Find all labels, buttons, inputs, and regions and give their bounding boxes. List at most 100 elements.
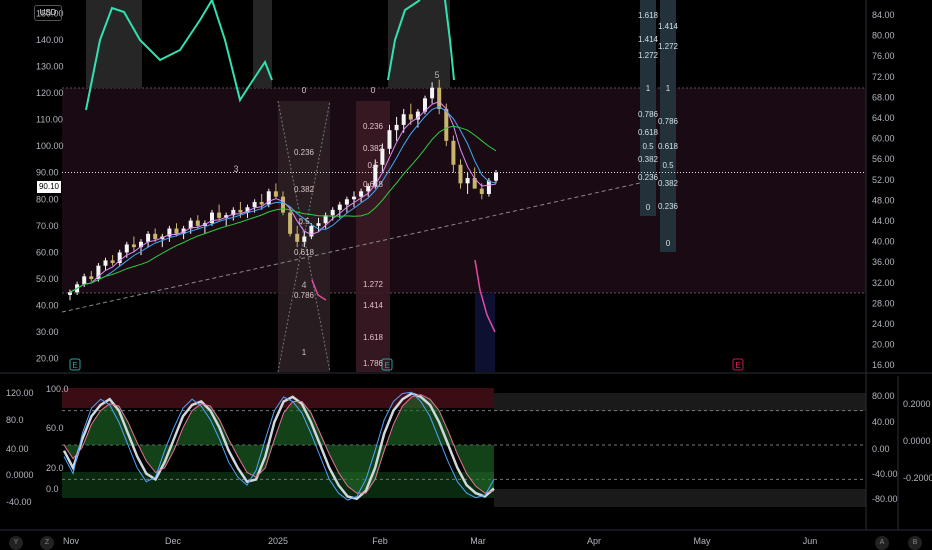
fib-label-left: 0.382 [294, 185, 315, 194]
candle-body [288, 212, 293, 234]
fib-label-mid: 0.236 [363, 122, 384, 131]
candle-body [273, 191, 278, 197]
fib-label-right-a: 0.382 [638, 155, 659, 164]
y-axis-tick-left: 90.00 [36, 168, 59, 178]
y-axis-tick-right: 32.00 [872, 278, 895, 288]
event-marker: E [735, 361, 740, 370]
candle-body [330, 209, 335, 216]
fib-label-right-a: 1.618 [638, 11, 659, 20]
fib-label-right-b: 0.236 [658, 202, 679, 211]
osc-y-tick-left: -40.00 [6, 497, 32, 507]
fib-label-right-a: 1 [646, 84, 651, 93]
fib-label-right-b: 0.618 [658, 142, 679, 151]
osc-y-tick-right2: 0.0000 [903, 436, 931, 446]
y-axis-tick-right: 16.00 [872, 360, 895, 370]
candle-body [401, 114, 406, 125]
candle-body [110, 260, 115, 264]
candle-body [217, 212, 222, 218]
fib-label-mid: 0 [371, 86, 376, 95]
candle-body [465, 178, 470, 184]
fib-label-right-a: 0 [646, 203, 651, 212]
fib-label-mid: 0.618 [363, 180, 384, 189]
y-axis-tick-right: 20.00 [872, 340, 895, 350]
x-axis-tick: Jun [803, 536, 818, 546]
osc-y-tick-right: 80.00 [872, 391, 895, 401]
corner-button-b[interactable]: B [908, 536, 922, 550]
y-axis-tick-left: 120.00 [36, 88, 64, 98]
wave-label: 3 [233, 164, 238, 174]
candle-body [195, 220, 200, 226]
fib-label-right-b: 0.5 [662, 161, 674, 170]
candle-body [387, 130, 392, 149]
x-axis-tick: Mar [470, 536, 486, 546]
y-axis-tick-right: 36.00 [872, 257, 895, 267]
candle-body [153, 233, 158, 240]
candle-body [479, 188, 484, 194]
candle-body [494, 172, 498, 181]
y-axis-tick-right: 56.00 [872, 154, 895, 164]
fib-label-left: 1 [302, 348, 307, 357]
y-axis-tick-right: 28.00 [872, 298, 895, 308]
candle-body [82, 276, 87, 285]
candle-body [103, 260, 108, 266]
x-axis-tick: Nov [63, 536, 80, 546]
y-axis-tick-right: 76.00 [872, 51, 895, 61]
candle-body [281, 196, 285, 213]
y-axis-tick-right: 60.00 [872, 134, 895, 144]
candle-body [316, 223, 321, 226]
fib-box-right-a [640, 0, 656, 216]
fib-label-mid: 0.382 [363, 144, 384, 153]
fib-label-right-b: 0.382 [658, 179, 679, 188]
candle-body [430, 87, 435, 99]
fib-label-right-a: 1.272 [638, 51, 659, 60]
x-axis-tick: May [693, 536, 711, 546]
candle-body [124, 244, 129, 253]
y-axis-tick-left: 60.00 [36, 247, 59, 257]
candle-body [68, 292, 72, 295]
wave-label: 4 [301, 280, 306, 290]
range-zone [62, 88, 866, 293]
y-axis-tick-right: 44.00 [872, 216, 895, 226]
fib-label-mid: 0.5 [367, 161, 379, 170]
blue-zone [475, 293, 495, 372]
fib-label-left: 0 [302, 86, 307, 95]
fib-label-right-a: 0.786 [638, 110, 659, 119]
wave-label: 5 [434, 70, 439, 80]
osc-y-tick-left: 60.0 [46, 423, 64, 433]
candle-body [259, 201, 264, 205]
candle-body [359, 191, 364, 197]
corner-button-a[interactable]: A [875, 536, 889, 550]
fib-label-right-b: 1.272 [658, 42, 679, 51]
candle-body [146, 233, 151, 242]
osc-y-tick-right: 0.00 [872, 444, 890, 454]
candle-body [437, 87, 442, 109]
candle-body [458, 164, 463, 184]
future-zone [494, 489, 866, 507]
corner-button-y[interactable]: Y [9, 536, 23, 550]
fib-label-mid: 1.272 [363, 280, 384, 289]
y-axis-tick-right: 84.00 [872, 10, 895, 20]
candle-body [451, 140, 456, 165]
x-axis-tick: Dec [165, 536, 182, 546]
y-axis-tick-left: 140.00 [36, 35, 64, 45]
fib-label-right-b: 0.786 [658, 117, 679, 126]
fib-label-right-a: 0.5 [642, 142, 654, 151]
x-axis-tick: 2025 [268, 536, 288, 546]
fib-label-right-a: 0.236 [638, 173, 659, 182]
y-axis-tick-right: 64.00 [872, 113, 895, 123]
fib-label-right-b: 1 [666, 84, 671, 93]
candle-body [238, 209, 243, 213]
x-axis-tick: Feb [372, 536, 388, 546]
fib-label-mid: 1.414 [363, 301, 384, 310]
y-axis-tick-right: 68.00 [872, 92, 895, 102]
y-axis-tick-left: 130.00 [36, 61, 64, 71]
fib-label-right-a: 0.618 [638, 128, 659, 137]
osc-y-tick-right: 40.00 [872, 417, 895, 427]
candle-body [252, 201, 257, 208]
y-axis-tick-left: 50.00 [36, 274, 59, 284]
y-axis-tick-right: 72.00 [872, 72, 895, 82]
osc-y-tick-right2: -0.2000 [903, 473, 932, 483]
corner-button-z[interactable]: Z [40, 536, 54, 550]
currency-button[interactable]: USD [34, 5, 62, 21]
candle-body [302, 236, 307, 242]
